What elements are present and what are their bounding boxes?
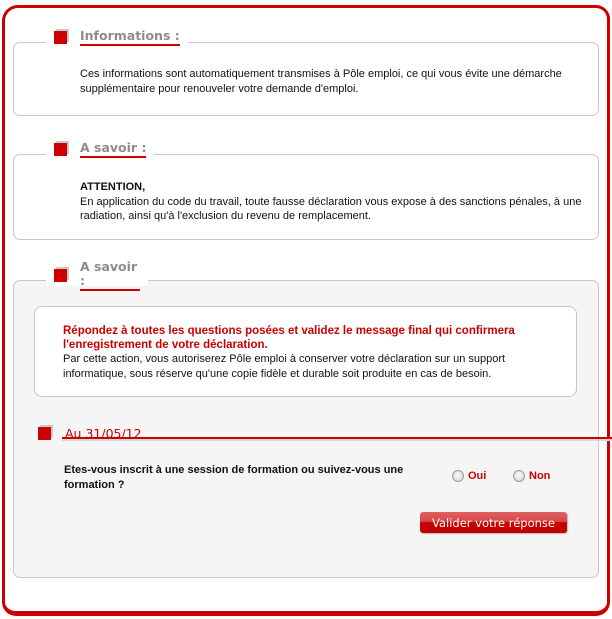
radio-oui-circle[interactable] — [452, 470, 464, 482]
radio-non-circle[interactable] — [513, 470, 525, 482]
attention-legend: A savoir : — [46, 138, 155, 160]
formation-question: Etes-vous inscrit à une session de forma… — [64, 464, 404, 491]
red-square-bullet-icon — [54, 30, 67, 44]
declaration-title: A savoir : — [80, 259, 140, 291]
informations-title: Informations : — [80, 28, 180, 46]
attention-heading: ATTENTION, — [80, 181, 146, 193]
notice-block: Répondez à toutes les questions posées e… — [63, 324, 553, 381]
date-heading: Au 31/05/12 — [38, 423, 598, 443]
attention-text: En application du code du travail, toute… — [80, 195, 582, 223]
attention-block: ATTENTION, En application du code du tra… — [80, 180, 585, 224]
notice-text: Par cette action, vous autoriserez Pôle … — [63, 353, 506, 380]
informations-text: Ces informations sont automatiquement tr… — [80, 68, 562, 95]
date-divider — [62, 437, 612, 439]
radio-oui-label[interactable]: Oui — [468, 470, 486, 482]
radio-non-label[interactable]: Non — [529, 470, 550, 482]
radio-non[interactable]: Non — [513, 470, 550, 482]
red-square-bullet-icon — [38, 426, 51, 440]
red-square-bullet-icon — [54, 268, 67, 282]
attention-title: A savoir : — [80, 140, 147, 158]
radio-oui[interactable]: Oui — [452, 470, 486, 482]
submit-button[interactable]: Valider votre réponse — [420, 512, 567, 533]
notice-strong-text: Répondez à toutes les questions posées e… — [63, 325, 515, 351]
declaration-legend: A savoir : — [46, 259, 148, 291]
informations-legend: Informations : — [46, 26, 188, 48]
red-square-bullet-icon — [54, 142, 67, 156]
